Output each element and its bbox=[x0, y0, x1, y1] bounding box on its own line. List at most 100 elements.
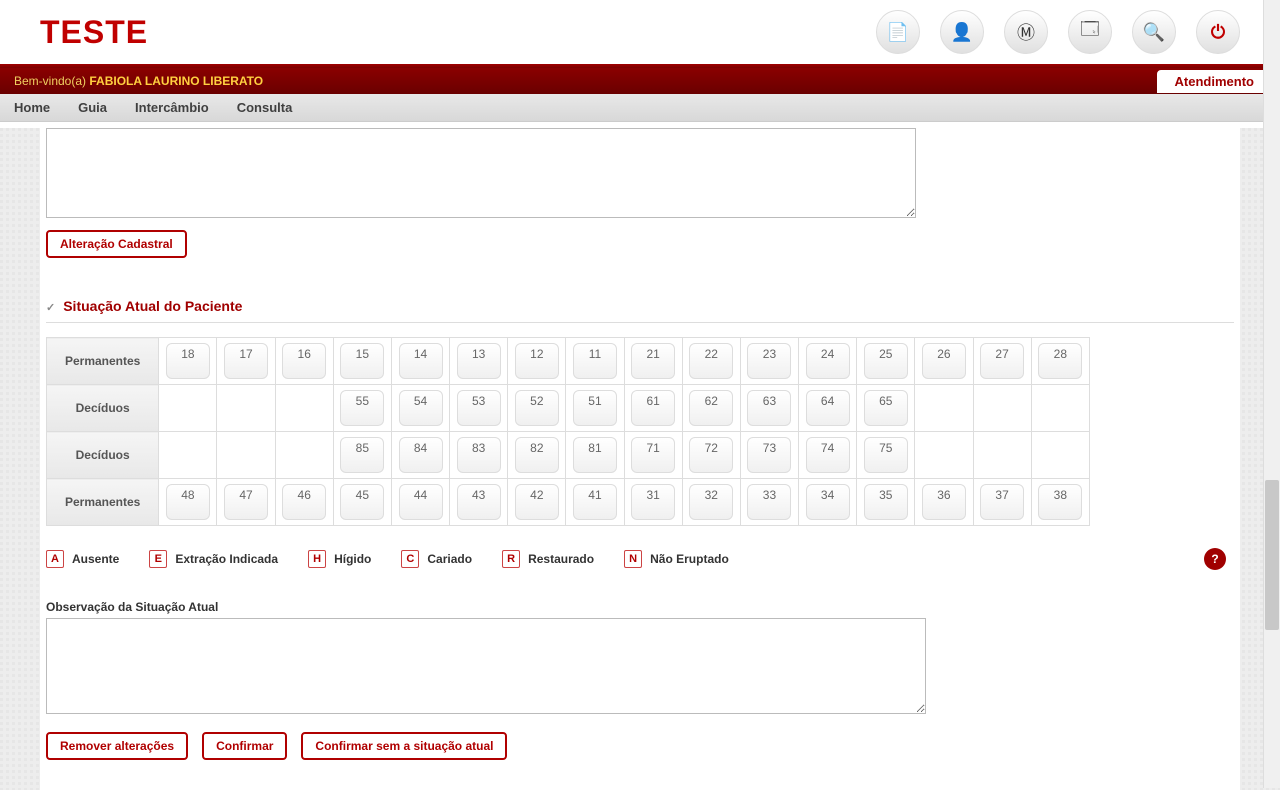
tooth-27[interactable]: 27 bbox=[980, 343, 1024, 379]
tooth-number: 28 bbox=[1054, 347, 1067, 361]
tooth-61[interactable]: 61 bbox=[631, 390, 675, 426]
doc-icon[interactable]: 📄 bbox=[876, 10, 920, 54]
tooth-number: 38 bbox=[1054, 488, 1067, 502]
tooth-number: 46 bbox=[298, 488, 311, 502]
tooth-number: 82 bbox=[530, 441, 543, 455]
tooth-17[interactable]: 17 bbox=[224, 343, 268, 379]
app-icon[interactable]: Ⓜ bbox=[1004, 10, 1048, 54]
tooth-number: 24 bbox=[821, 347, 834, 361]
tooth-row-label: Decíduos bbox=[47, 385, 159, 432]
tooth-number: 61 bbox=[646, 394, 659, 408]
help-icon[interactable]: ? bbox=[1204, 548, 1226, 570]
tooth-14[interactable]: 14 bbox=[399, 343, 443, 379]
tooth-75[interactable]: 75 bbox=[864, 437, 908, 473]
tooth-25[interactable]: 25 bbox=[864, 343, 908, 379]
tooth-38[interactable]: 38 bbox=[1038, 484, 1082, 520]
tooth-number: 25 bbox=[879, 347, 892, 361]
tooth-16[interactable]: 16 bbox=[282, 343, 326, 379]
tooth-11[interactable]: 11 bbox=[573, 343, 617, 379]
tooth-34[interactable]: 34 bbox=[806, 484, 850, 520]
tooth-46[interactable]: 46 bbox=[282, 484, 326, 520]
menu-guia[interactable]: Guia bbox=[78, 100, 107, 115]
tooth-41[interactable]: 41 bbox=[573, 484, 617, 520]
confirmar-button[interactable]: Confirmar bbox=[202, 732, 287, 760]
menu-intercambio[interactable]: Intercâmbio bbox=[135, 100, 209, 115]
tooth-64[interactable]: 64 bbox=[806, 390, 850, 426]
tooth-15[interactable]: 15 bbox=[340, 343, 384, 379]
tooth-number: 81 bbox=[588, 441, 601, 455]
tooth-31[interactable]: 31 bbox=[631, 484, 675, 520]
tooth-74[interactable]: 74 bbox=[806, 437, 850, 473]
tooth-36[interactable]: 36 bbox=[922, 484, 966, 520]
tooth-number: 21 bbox=[646, 347, 659, 361]
remover-alteracoes-button[interactable]: Remover alterações bbox=[46, 732, 188, 760]
tooth-53[interactable]: 53 bbox=[457, 390, 501, 426]
tooth-23[interactable]: 23 bbox=[747, 343, 791, 379]
tooth-12[interactable]: 12 bbox=[515, 343, 559, 379]
legend-item-n: NNão Eruptado bbox=[624, 550, 729, 568]
tooth-51[interactable]: 51 bbox=[573, 390, 617, 426]
tooth-number: 23 bbox=[763, 347, 776, 361]
tooth-row-label: Permanentes bbox=[47, 338, 159, 385]
tooth-84[interactable]: 84 bbox=[399, 437, 443, 473]
tooth-82[interactable]: 82 bbox=[515, 437, 559, 473]
tooth-33[interactable]: 33 bbox=[747, 484, 791, 520]
menu-home[interactable]: Home bbox=[14, 100, 50, 115]
tooth-28[interactable]: 28 bbox=[1038, 343, 1082, 379]
welcome-prefix: Bem-vindo(a) bbox=[14, 74, 89, 88]
tooth-54[interactable]: 54 bbox=[399, 390, 443, 426]
tooth-72[interactable]: 72 bbox=[689, 437, 733, 473]
tooth-73[interactable]: 73 bbox=[747, 437, 791, 473]
tooth-number: 41 bbox=[588, 488, 601, 502]
tooth-52[interactable]: 52 bbox=[515, 390, 559, 426]
tooth-43[interactable]: 43 bbox=[457, 484, 501, 520]
tooth-35[interactable]: 35 bbox=[864, 484, 908, 520]
user-icon[interactable]: 👤 bbox=[940, 10, 984, 54]
tooth-42[interactable]: 42 bbox=[515, 484, 559, 520]
active-tab-label[interactable]: Atendimento bbox=[1157, 70, 1272, 93]
menu-consulta[interactable]: Consulta bbox=[237, 100, 293, 115]
confirmar-sem-situacao-button[interactable]: Confirmar sem a situação atual bbox=[301, 732, 507, 760]
section-divider bbox=[46, 322, 1234, 323]
tooth-22[interactable]: 22 bbox=[689, 343, 733, 379]
obs-textarea[interactable] bbox=[46, 618, 926, 714]
tooth-18[interactable]: 18 bbox=[166, 343, 210, 379]
tooth-45[interactable]: 45 bbox=[340, 484, 384, 520]
tooth-81[interactable]: 81 bbox=[573, 437, 617, 473]
scroll-thumb[interactable] bbox=[1265, 480, 1279, 630]
tooth-number: 12 bbox=[530, 347, 543, 361]
windows-icon[interactable]: 🗔 bbox=[1068, 10, 1112, 54]
legend-item-a: AAusente bbox=[46, 550, 119, 568]
tooth-71[interactable]: 71 bbox=[631, 437, 675, 473]
alteracao-cadastral-button[interactable]: Alteração Cadastral bbox=[46, 230, 187, 258]
tooth-62[interactable]: 62 bbox=[689, 390, 733, 426]
tooth-number: 45 bbox=[356, 488, 369, 502]
tooth-47[interactable]: 47 bbox=[224, 484, 268, 520]
tooth-number: 65 bbox=[879, 394, 892, 408]
legend-item-r: RRestaurado bbox=[502, 550, 594, 568]
tooth-48[interactable]: 48 bbox=[166, 484, 210, 520]
top-textarea[interactable] bbox=[46, 128, 916, 218]
search-icon[interactable]: 🔍 bbox=[1132, 10, 1176, 54]
tooth-44[interactable]: 44 bbox=[399, 484, 443, 520]
tooth-55[interactable]: 55 bbox=[340, 390, 384, 426]
tooth-21[interactable]: 21 bbox=[631, 343, 675, 379]
tooth-85[interactable]: 85 bbox=[340, 437, 384, 473]
tooth-13[interactable]: 13 bbox=[457, 343, 501, 379]
tooth-number: 73 bbox=[763, 441, 776, 455]
tooth-37[interactable]: 37 bbox=[980, 484, 1024, 520]
power-icon[interactable]: ⏻ bbox=[1196, 10, 1240, 54]
tooth-65[interactable]: 65 bbox=[864, 390, 908, 426]
tooth-number: 54 bbox=[414, 394, 427, 408]
tooth-number: 48 bbox=[181, 488, 194, 502]
legend-label: Restaurado bbox=[528, 552, 594, 566]
scrollbar[interactable] bbox=[1263, 0, 1280, 788]
tooth-number: 37 bbox=[995, 488, 1008, 502]
tooth-number: 51 bbox=[588, 394, 601, 408]
legend-row: AAusenteEExtração IndicadaHHígidoCCariad… bbox=[46, 548, 1234, 570]
tooth-24[interactable]: 24 bbox=[806, 343, 850, 379]
tooth-63[interactable]: 63 bbox=[747, 390, 791, 426]
tooth-26[interactable]: 26 bbox=[922, 343, 966, 379]
tooth-32[interactable]: 32 bbox=[689, 484, 733, 520]
tooth-83[interactable]: 83 bbox=[457, 437, 501, 473]
